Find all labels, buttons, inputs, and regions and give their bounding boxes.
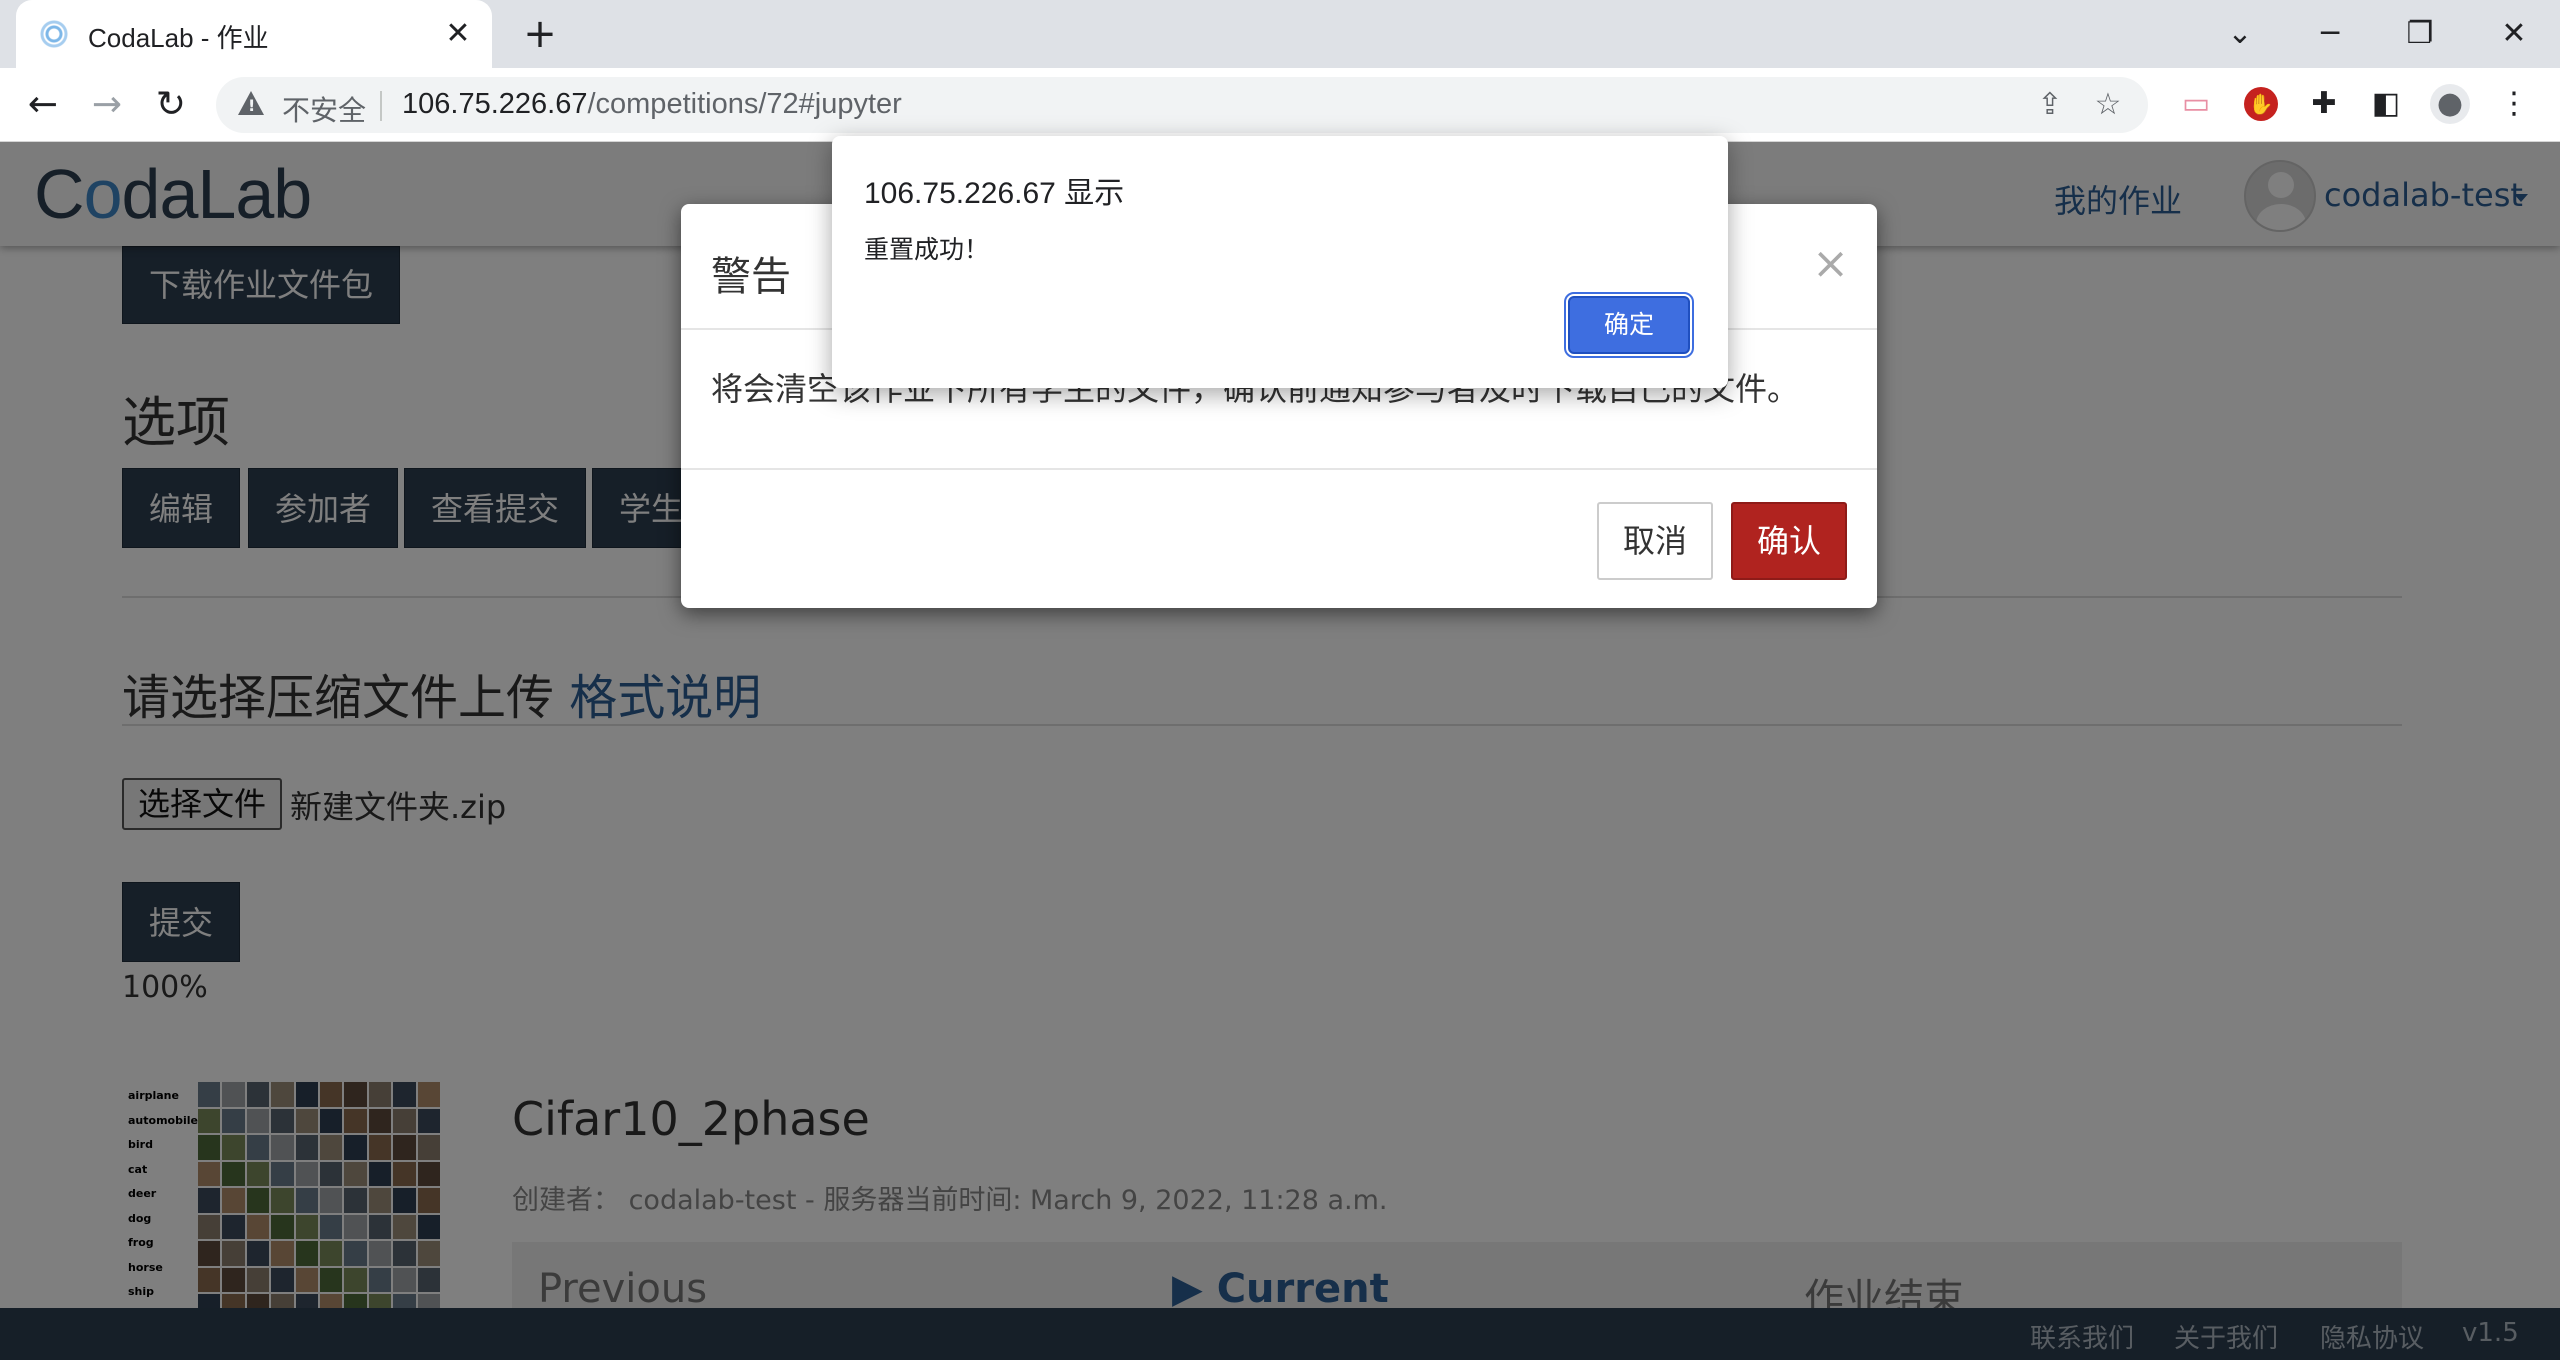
tab-title: CodaLab - 作业 <box>88 23 269 53</box>
address-bar[interactable]: 不安全 106.75.226.67/competitions/72#jupyte… <box>216 77 2148 133</box>
close-tab-icon[interactable]: ✕ <box>438 14 478 54</box>
tab-search-chevron-icon[interactable]: ⌄ <box>2210 8 2270 60</box>
reload-icon[interactable]: ↻ <box>146 80 196 130</box>
puzzle-icon[interactable]: ✚ <box>2302 82 2346 126</box>
url-text[interactable]: 106.75.226.67/competitions/72#jupyter <box>402 88 902 121</box>
modal-title: 警告 <box>711 254 791 300</box>
url-host: 106.75.226.67 <box>402 88 588 120</box>
browser-tab[interactable]: CodaLab - 作业 ✕ <box>16 0 492 68</box>
back-icon[interactable]: ← <box>18 80 68 130</box>
alert-message: 重置成功！ <box>864 235 990 264</box>
codalab-favicon-icon <box>40 20 68 48</box>
security-label[interactable]: 不安全 <box>282 89 366 129</box>
browser-toolbar: ← → ↻ 不安全 106.75.226.67/competitions/72#… <box>0 68 2560 142</box>
new-tab-icon[interactable]: + <box>518 12 562 56</box>
menu-icon[interactable]: ⋮ <box>2492 82 2536 126</box>
restore-icon[interactable]: ❐ <box>2390 8 2450 60</box>
browser-tab-strip: CodaLab - 作业 ✕ + ⌄ ─ ❐ ✕ <box>0 0 2560 68</box>
confirm-button[interactable]: 确认 <box>1731 502 1847 580</box>
modal-close-icon[interactable]: × <box>1812 238 1849 289</box>
share-icon[interactable]: ⇪ <box>2030 85 2070 125</box>
url-path: /competitions/72#jupyter <box>587 88 902 120</box>
omnibox-divider <box>380 91 382 121</box>
minimize-icon[interactable]: ─ <box>2300 8 2360 60</box>
extension-stop-icon[interactable]: ✋ <box>2244 87 2278 121</box>
forward-icon[interactable]: → <box>82 80 132 130</box>
close-window-icon[interactable]: ✕ <box>2484 8 2544 60</box>
not-secure-warning-icon[interactable] <box>238 91 264 115</box>
cancel-button[interactable]: 取消 <box>1597 502 1713 580</box>
profile-icon[interactable]: ● <box>2430 84 2470 124</box>
alert-title: 106.75.226.67 显示 <box>864 177 1125 210</box>
star-icon[interactable]: ☆ <box>2088 85 2128 125</box>
extension-tv-icon[interactable]: ▭ <box>2174 82 2218 126</box>
modal-footer: 取消 确认 <box>681 468 1877 608</box>
sidepanel-icon[interactable]: ◧ <box>2364 82 2408 126</box>
js-alert-dialog: 106.75.226.67 显示 重置成功！ 确定 <box>832 136 1728 388</box>
alert-ok-button[interactable]: 确定 <box>1564 292 1694 358</box>
